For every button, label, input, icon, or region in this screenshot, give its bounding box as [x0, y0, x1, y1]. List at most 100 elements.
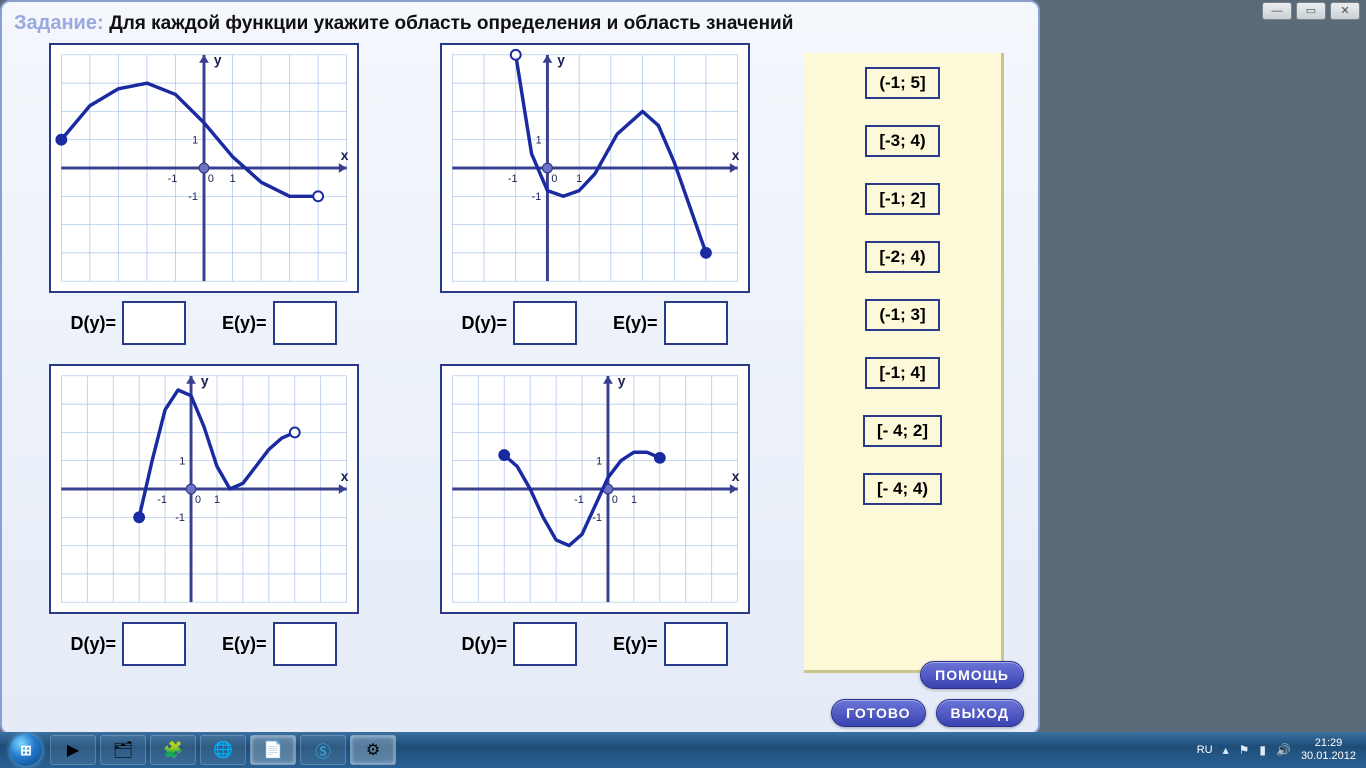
clock-date: 30.01.2012 — [1301, 750, 1356, 763]
svg-text:0: 0 — [194, 494, 200, 506]
range-label: E(y)= — [222, 313, 267, 334]
minimize-button[interactable]: — — [1262, 2, 1292, 20]
graph-4-answers: D(y)= E(y)= — [461, 622, 727, 666]
clock-time: 21:29 — [1301, 737, 1356, 750]
option-chip[interactable]: [-3; 4) — [865, 125, 939, 157]
taskbar-item-current[interactable]: ⚙ — [350, 735, 396, 765]
graph-1-domain-drop[interactable] — [122, 301, 186, 345]
help-button[interactable]: ПОМОЩЬ — [920, 661, 1024, 689]
svg-text:x: x — [340, 469, 348, 484]
domain-label: D(y)= — [70, 313, 116, 334]
taskbar-item-word[interactable]: 📄 — [250, 735, 296, 765]
svg-text:-1: -1 — [157, 494, 167, 506]
task-title-row: Задание: Для каждой функции укажите обла… — [14, 12, 1026, 35]
clock[interactable]: 21:29 30.01.2012 — [1301, 737, 1356, 763]
graph-4-range-drop[interactable] — [664, 622, 728, 666]
task-window: Задание: Для каждой функции укажите обла… — [0, 0, 1040, 735]
graph-1: 1-11-10xy — [49, 43, 359, 293]
option-chip[interactable]: (-1; 3] — [865, 299, 939, 331]
svg-text:x: x — [731, 469, 739, 484]
svg-text:0: 0 — [551, 173, 557, 185]
graph-cell-3: 1 -1 1 -1 0 x y D(y)= E(y)= — [14, 364, 393, 673]
svg-text:1: 1 — [179, 456, 185, 468]
svg-text:-1: -1 — [592, 512, 602, 524]
graph-cell-1: 1-11-10xy D(y)= E(y)= — [14, 43, 393, 352]
language-indicator[interactable]: RU — [1197, 744, 1213, 756]
svg-text:-1: -1 — [188, 191, 198, 203]
range-label: E(y)= — [613, 313, 658, 334]
system-tray: RU ▴ ⚑ ▮ 🔊 21:29 30.01.2012 — [1197, 737, 1362, 763]
svg-text:y: y — [617, 374, 625, 389]
graph-cell-4: 1 -1 1 -1 0 x y D(y)= E(y)= — [405, 364, 784, 673]
action-buttons: ПОМОЩЬ ГОТОВО ВЫХОД — [831, 661, 1024, 727]
taskbar-item-ie[interactable]: 🌐 — [200, 735, 246, 765]
svg-text:-1: -1 — [574, 494, 584, 506]
close-button[interactable]: ✕ — [1330, 2, 1360, 20]
taskbar-item-media[interactable]: ▶ — [50, 735, 96, 765]
graph-1-answers: D(y)= E(y)= — [70, 301, 336, 345]
exit-button[interactable]: ВЫХОД — [936, 699, 1024, 727]
graph-2-domain-drop[interactable] — [513, 301, 577, 345]
options-panel: (-1; 5] [-3; 4) [-1; 2] [-2; 4) (-1; 3] … — [804, 53, 1004, 673]
svg-text:0: 0 — [611, 494, 617, 506]
range-label: E(y)= — [222, 634, 267, 655]
svg-text:y: y — [200, 374, 208, 389]
range-label: E(y)= — [613, 634, 658, 655]
graph-3-domain-drop[interactable] — [122, 622, 186, 666]
svg-text:x: x — [731, 148, 739, 163]
start-button[interactable]: ⊞ — [4, 732, 48, 768]
network-icon[interactable]: ▮ — [1259, 743, 1266, 757]
svg-text:1: 1 — [535, 135, 541, 147]
graph-2: 1 -1 1 -1 0 x y — [440, 43, 750, 293]
graph-1-svg: 1-11-10xy — [51, 45, 357, 291]
graph-2-answers: D(y)= E(y)= — [461, 301, 727, 345]
graph-4-svg: 1 -1 1 -1 0 x y — [442, 366, 748, 612]
done-button[interactable]: ГОТОВО — [831, 699, 925, 727]
option-chip[interactable]: [-1; 2] — [865, 183, 939, 215]
domain-label: D(y)= — [461, 313, 507, 334]
domain-label: D(y)= — [70, 634, 116, 655]
graphs-grid: 1 -1 1 -1 0 x y D(y)= E(y)= 1 -1 1 -1 0 x y D(y)= — [14, 43, 784, 673]
graph-3-svg: 1 -1 1 -1 0 x y — [51, 366, 357, 612]
option-chip[interactable]: [- 4; 4) — [863, 473, 942, 505]
option-chip[interactable]: [-2; 4) — [865, 241, 939, 273]
volume-icon[interactable]: 🔊 — [1276, 743, 1291, 757]
graph-3-range-drop[interactable] — [273, 622, 337, 666]
graph-2-svg: 1 -1 1 -1 0 x y — [442, 45, 748, 291]
taskbar-item-explorer[interactable]: 🗂 — [100, 735, 146, 765]
svg-text:y: y — [557, 53, 565, 68]
background-window-controls: — ▭ ✕ — [1262, 2, 1360, 20]
graph-3-answers: D(y)= E(y)= — [70, 622, 336, 666]
task-label: Задание: — [14, 12, 104, 34]
svg-text:1: 1 — [596, 456, 602, 468]
taskbar-item-skype[interactable]: Ⓢ — [300, 735, 346, 765]
svg-text:1: 1 — [576, 173, 582, 185]
taskbar-item-app[interactable]: 🧩 — [150, 735, 196, 765]
svg-text:1: 1 — [192, 135, 198, 147]
option-chip[interactable]: (-1; 5] — [865, 67, 939, 99]
graph-cell-2: 1 -1 1 -1 0 x y D(y)= E(y)= — [405, 43, 784, 352]
maximize-button[interactable]: ▭ — [1296, 2, 1326, 20]
taskbar: ⊞ ▶ 🗂 🧩 🌐 📄 Ⓢ ⚙ RU ▴ ⚑ ▮ 🔊 21:29 30.01.2… — [0, 732, 1366, 768]
svg-text:1: 1 — [229, 173, 235, 185]
graph-4-domain-drop[interactable] — [513, 622, 577, 666]
svg-text:0: 0 — [207, 173, 213, 185]
svg-text:1: 1 — [630, 494, 636, 506]
svg-text:-1: -1 — [507, 173, 517, 185]
graph-1-range-drop[interactable] — [273, 301, 337, 345]
svg-text:-1: -1 — [167, 173, 177, 185]
graph-4: 1 -1 1 -1 0 x y — [440, 364, 750, 614]
graph-2-range-drop[interactable] — [664, 301, 728, 345]
tray-arrow-icon[interactable]: ▴ — [1223, 743, 1229, 757]
svg-text:1: 1 — [214, 494, 220, 506]
flag-icon[interactable]: ⚑ — [1239, 743, 1250, 757]
svg-text:-1: -1 — [175, 512, 185, 524]
task-text: Для каждой функции укажите область опред… — [109, 13, 793, 34]
svg-text:y: y — [213, 53, 221, 68]
option-chip[interactable]: [-1; 4] — [865, 357, 939, 389]
svg-text:-1: -1 — [531, 191, 541, 203]
domain-label: D(y)= — [461, 634, 507, 655]
graph-3: 1 -1 1 -1 0 x y — [49, 364, 359, 614]
windows-logo-icon: ⊞ — [10, 734, 42, 766]
option-chip[interactable]: [- 4; 2] — [863, 415, 942, 447]
